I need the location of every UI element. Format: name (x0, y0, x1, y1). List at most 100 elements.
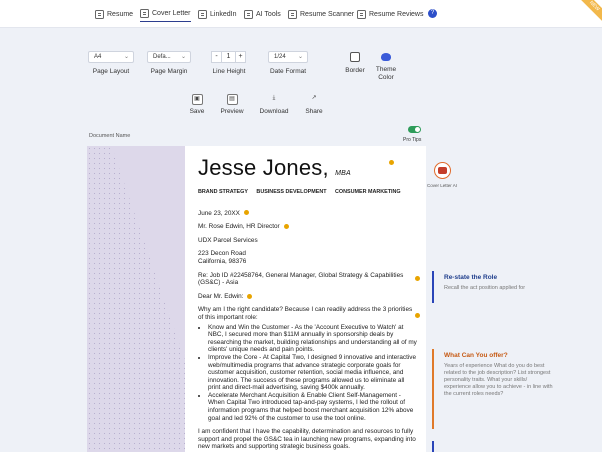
preview-label: Preview (220, 108, 244, 115)
address-line: California, 98376 (198, 257, 247, 265)
tip-accent-bar (432, 271, 434, 303)
nav-label: LinkedIn (210, 10, 237, 18)
top-nav: Resume Cover Letter LinkedIn AI Tools Re… (0, 0, 602, 28)
chevron-down-icon: ⌄ (180, 54, 186, 60)
border-icon (350, 52, 360, 62)
cover-letter-icon (140, 9, 149, 18)
nav-linkedin[interactable]: LinkedIn (198, 6, 236, 22)
page-layout-select[interactable]: A4 ⌄ (88, 51, 134, 63)
share-label: Share (305, 108, 323, 115)
date-format-label: Date Format (269, 68, 307, 75)
tip-card-what-can-you-offer: What Can You offer? Years of experience … (432, 349, 602, 429)
list-item[interactable]: Accelerate Merchant Acquisition & Enable… (208, 392, 418, 422)
reviews-icon (357, 9, 366, 19)
document-name-label[interactable]: Document Name (89, 133, 130, 139)
ai-tools-icon (244, 9, 253, 19)
tip-marker-icon[interactable] (415, 276, 420, 281)
date-format-select[interactable]: 1/24 ⌄ (268, 51, 308, 63)
tip-body: Recall the act position applied for (444, 285, 526, 291)
tip-body: Years of experience What do you do best … (444, 363, 553, 397)
tag-brand-strategy: BRAND STRATEGY (198, 189, 248, 195)
share-button[interactable]: ↗ Share (297, 94, 331, 115)
download-label: Download (259, 108, 289, 115)
chevron-down-icon: ⌄ (123, 54, 129, 60)
date-format-control: 1/24 ⌄ Date Format (268, 51, 308, 76)
nav-label: Resume (107, 10, 134, 18)
decorative-sidebar (87, 146, 185, 452)
preview-icon: ▤ (226, 94, 238, 105)
intro-paragraph[interactable]: Why am I the right candidate? Because I … (198, 306, 418, 321)
nav-label: Resume Scanner (300, 10, 355, 18)
increase-button[interactable]: + (235, 51, 246, 63)
tag-business-development: BUSINESS DEVELOPMENT (256, 189, 327, 195)
cover-letter-page: Jesse Jones, MBA BRAND STRATEGY BUSINESS… (87, 146, 426, 452)
tip-card-restate-role: Re-state the Role Recall the act positio… (432, 271, 602, 303)
line-height-value[interactable]: 1 (222, 51, 235, 63)
page-layout-control: A4 ⌄ Page Layout (88, 51, 134, 76)
letter-content[interactable]: Jesse Jones, MBA BRAND STRATEGY BUSINESS… (198, 156, 418, 451)
theme-color-label: Theme Color (375, 66, 397, 81)
nav-cover-letter[interactable]: Cover Letter (140, 6, 191, 22)
priority-list: Know and Win the Customer - As the 'Acco… (198, 324, 418, 423)
save-icon: ▣ (191, 94, 203, 105)
help-icon[interactable]: ? (428, 9, 437, 18)
linkedin-icon (198, 9, 207, 19)
closing-paragraph[interactable]: I am confident that I have the capabilit… (198, 428, 418, 451)
nav-ai-tools[interactable]: AI Tools (244, 6, 281, 22)
nav-resume-scanner[interactable]: Resume Scanner (288, 6, 354, 22)
nav-resume-reviews[interactable]: Resume Reviews (357, 6, 423, 22)
decrease-button[interactable]: - (211, 51, 222, 63)
tip-marker-icon (283, 224, 289, 229)
line-height-label: Line Height (212, 68, 246, 75)
nav-resume[interactable]: Resume (95, 6, 133, 22)
tip-marker-icon[interactable] (415, 313, 420, 318)
line-height-control: - 1 + Line Height (211, 51, 247, 76)
tip-marker-icon (247, 293, 253, 299)
tip-title: Re-state the Role (444, 274, 498, 281)
resume-icon (95, 9, 104, 19)
preview-button[interactable]: ▤ Preview (215, 94, 249, 115)
save-button[interactable]: ▣ Save (180, 94, 214, 115)
nav-label: Resume Reviews (369, 10, 424, 18)
page-margin-select[interactable]: Defa... ⌄ (147, 51, 191, 63)
headline-tags: BRAND STRATEGY BUSINESS DEVELOPMENT CONS… (198, 189, 418, 197)
applicant-name[interactable]: Jesse Jones, MBA (198, 156, 418, 186)
palette-icon (381, 53, 391, 61)
page-margin-control: Defa... ⌄ Page Margin (147, 51, 191, 76)
share-icon: ↗ (311, 95, 317, 101)
border-label: Border (345, 67, 365, 74)
new-badge: NEW (575, 0, 602, 26)
page-margin-label: Page Margin (150, 68, 188, 75)
page-layout-label: Page Layout (92, 68, 130, 75)
address-line: 223 Decon Road (198, 250, 246, 258)
recipient[interactable]: Mr. Rose Edwin, HR Director (198, 223, 418, 231)
tip-title: What Can You offer? (444, 352, 508, 359)
address[interactable]: 223 Decon Road California, 98376 (198, 250, 418, 265)
cover-letter-ai-icon[interactable] (434, 162, 451, 179)
credential: MBA (335, 170, 351, 177)
cover-letter-ai-label: Cover Letter AI (427, 183, 458, 188)
border-control[interactable]: Border (343, 52, 367, 75)
tip-accent-bar (432, 441, 434, 452)
list-item[interactable]: Improve the Core - At Capital Two, I des… (208, 354, 418, 392)
chevron-down-icon: ⌄ (297, 54, 303, 60)
line-height-stepper: - 1 + (211, 51, 247, 63)
scanner-icon (288, 9, 297, 19)
salutation[interactable]: Dear Mr. Edwin: (198, 293, 418, 301)
dot-pattern (87, 146, 185, 452)
pro-tips-toggle[interactable] (408, 126, 421, 133)
tag-consumer-marketing: CONSUMER MARKETING (335, 189, 401, 195)
tip-accent-bar (432, 349, 434, 429)
tip-marker-icon (243, 210, 249, 216)
save-label: Save (189, 108, 205, 115)
nav-label: Cover Letter (152, 10, 191, 17)
download-button[interactable]: ⤓ Download (257, 94, 291, 115)
pro-tips-label: Pro Tips (403, 137, 422, 143)
theme-color-control[interactable]: Theme Color (371, 52, 401, 82)
tip-marker-icon[interactable] (389, 160, 394, 165)
subject-line[interactable]: Re: Job ID #22458764, General Manager, G… (198, 272, 418, 287)
nav-label: AI Tools (256, 10, 281, 18)
list-item[interactable]: Know and Win the Customer - As the 'Acco… (208, 324, 418, 354)
letter-date[interactable]: June 23, 20XX (198, 210, 418, 218)
company[interactable]: UDX Parcel Services (198, 237, 418, 245)
